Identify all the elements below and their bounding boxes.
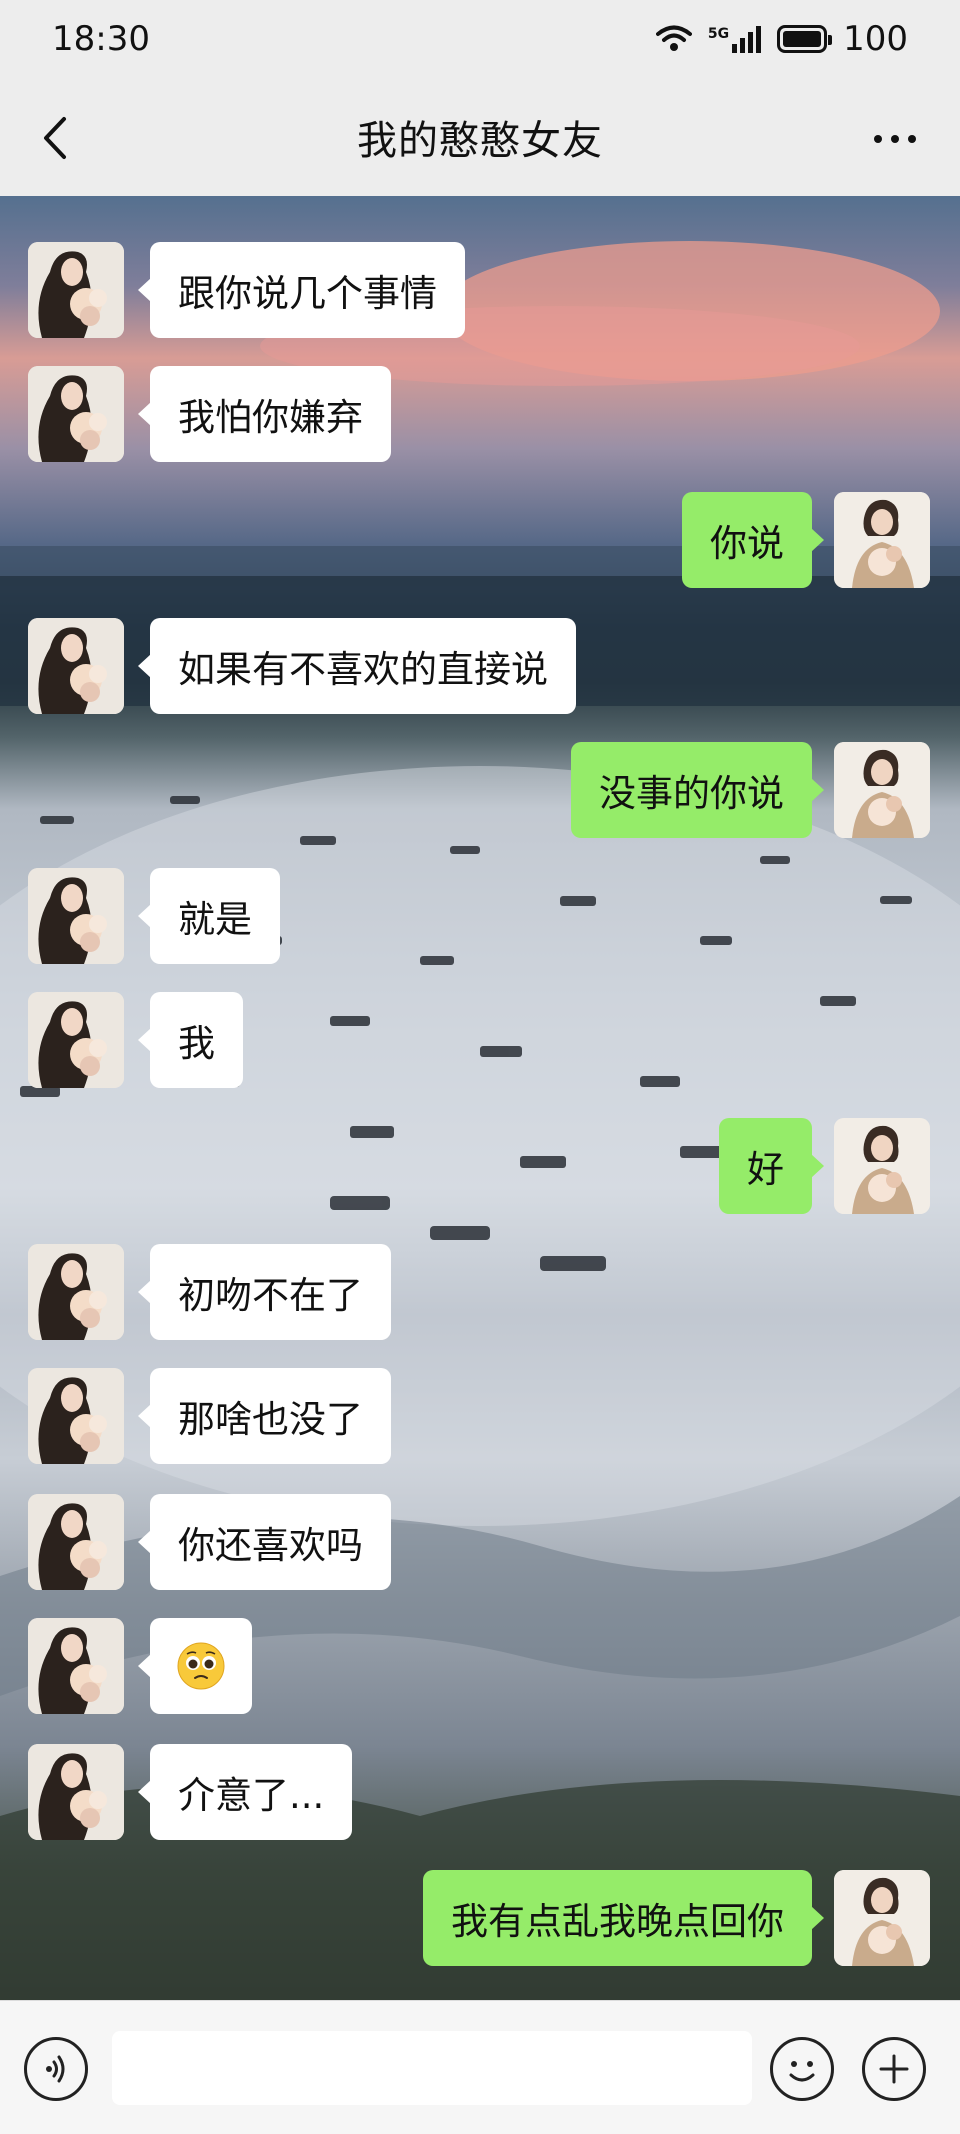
message-bubble-received[interactable]: 如果有不喜欢的直接说	[138, 618, 576, 714]
message-row: 跟你说几个事情	[0, 242, 960, 342]
network-type: 5G	[707, 25, 730, 42]
voice-input-button[interactable]	[24, 2037, 88, 2101]
contact-avatar[interactable]	[28, 992, 124, 1088]
plus-icon	[879, 2054, 909, 2084]
chat-header: 我的憨憨女友	[0, 78, 960, 196]
message-row: 我怕你嫌弃	[0, 366, 960, 466]
message-row	[0, 1618, 960, 1718]
emoji-button[interactable]	[770, 2037, 834, 2101]
smiley-icon	[789, 2061, 815, 2082]
more-dots-icon	[874, 135, 916, 143]
chevron-left-icon	[44, 117, 66, 159]
message-bubble-received[interactable]: 我怕你嫌弃	[138, 366, 391, 462]
message-input[interactable]	[112, 2031, 752, 2105]
pleading-face-icon	[177, 1642, 225, 1690]
more-options-button[interactable]	[868, 114, 922, 164]
message-row: 介意了...	[0, 1744, 960, 1844]
message-bubble-sent[interactable]: 没事的你说	[571, 742, 824, 838]
message-bubble-received[interactable]: 就是	[138, 868, 280, 964]
message-row: 好	[0, 1118, 960, 1218]
contact-avatar[interactable]	[28, 1368, 124, 1464]
message-row: 初吻不在了	[0, 1244, 960, 1344]
voice-wave-icon	[46, 2055, 65, 2083]
self-avatar[interactable]	[834, 492, 930, 588]
battery-icon	[777, 25, 833, 53]
message-bubble-received[interactable]: 介意了...	[137, 1744, 353, 1840]
message-bubble-received[interactable]: 跟你说几个事情	[138, 242, 465, 338]
message-bubble-sent[interactable]: 好	[719, 1118, 824, 1214]
battery-level: 100	[843, 19, 908, 59]
chat-area[interactable]: 跟你说几个事情 我怕你嫌弃 你说 如果有不喜欢的直接说 没事的你说 就是 我 好…	[0, 196, 960, 2000]
back-button[interactable]	[28, 108, 82, 168]
status-icons: 5G 100	[655, 19, 908, 59]
contact-avatar[interactable]	[28, 1744, 124, 1840]
contact-avatar[interactable]	[28, 1494, 124, 1590]
message-row: 就是	[0, 868, 960, 968]
status-bar: 18:30 5G 100	[0, 0, 960, 78]
chat-background-image	[0, 241, 960, 2000]
message-row: 那啥也没了	[0, 1368, 960, 1468]
message-bubble-received[interactable]: 我	[138, 992, 243, 1088]
input-bar	[0, 2000, 960, 2134]
status-time: 18:30	[52, 19, 150, 59]
message-bubble-received[interactable]: 初吻不在了	[138, 1244, 391, 1340]
message-bubble-received[interactable]: 你还喜欢吗	[138, 1494, 391, 1590]
self-avatar[interactable]	[834, 1870, 930, 1966]
message-row: 如果有不喜欢的直接说	[0, 618, 960, 718]
message-bubble-sent[interactable]: 你说	[682, 492, 824, 588]
contact-avatar[interactable]	[28, 868, 124, 964]
message-row: 你说	[0, 492, 960, 592]
message-bubble-sent[interactable]: 我有点乱我晚点回你	[423, 1870, 824, 1966]
contact-avatar[interactable]	[28, 1618, 124, 1714]
message-row: 我有点乱我晚点回你	[0, 1870, 960, 1970]
more-functions-button[interactable]	[862, 2037, 926, 2101]
contact-avatar[interactable]	[28, 242, 124, 338]
contact-avatar[interactable]	[28, 618, 124, 714]
self-avatar[interactable]	[834, 742, 930, 838]
contact-avatar[interactable]	[28, 1244, 124, 1340]
message-row: 你还喜欢吗	[0, 1494, 960, 1594]
message-row: 没事的你说	[0, 742, 960, 842]
contact-avatar[interactable]	[28, 366, 124, 462]
cellular-signal-icon: 5G	[707, 25, 762, 53]
message-row: 我	[0, 992, 960, 1092]
chat-title: 我的憨憨女友	[357, 118, 603, 164]
message-bubble-received[interactable]	[138, 1618, 252, 1714]
message-bubble-received[interactable]: 那啥也没了	[138, 1368, 391, 1464]
wifi-icon	[655, 25, 692, 51]
self-avatar[interactable]	[834, 1118, 930, 1214]
